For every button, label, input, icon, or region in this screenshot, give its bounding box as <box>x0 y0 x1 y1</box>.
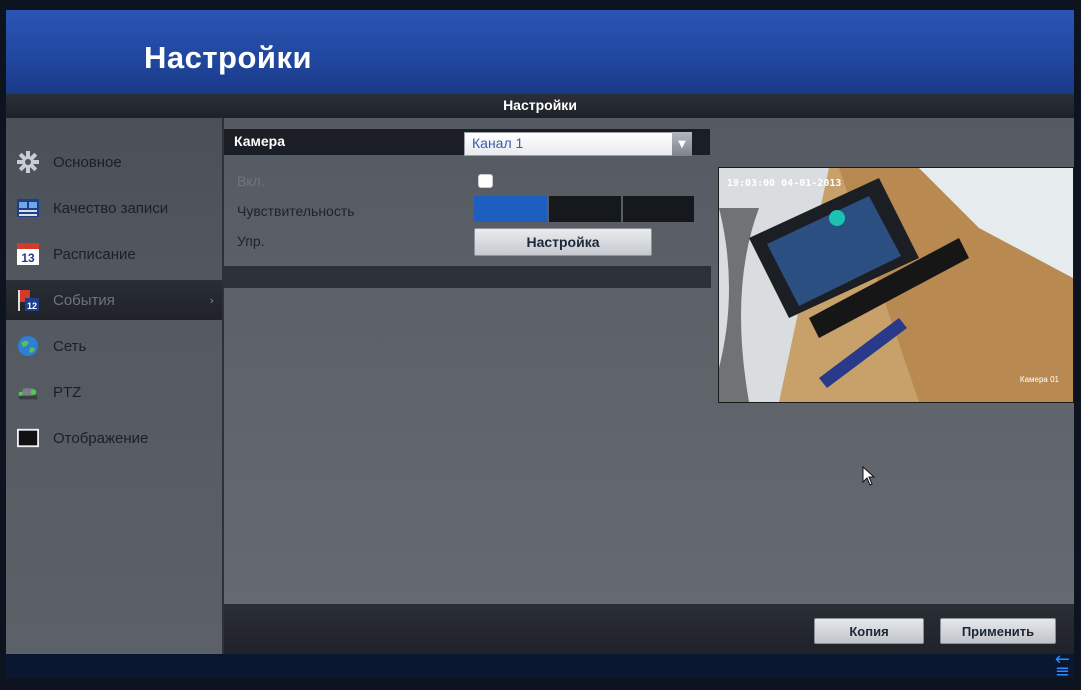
sidebar-item-label: Основное <box>53 153 122 171</box>
separator <box>224 266 711 288</box>
calendar-day: 13 <box>21 251 35 265</box>
back-arrow-icon[interactable]: ← ≡ <box>1055 651 1070 679</box>
sidebar-item-label: Сеть <box>53 337 87 355</box>
page-title: Настройки <box>144 40 313 75</box>
chevron-down-icon[interactable]: ▼ <box>672 132 692 156</box>
calendar-icon: 13 <box>17 243 39 265</box>
camera-label: Камера <box>234 133 285 149</box>
title-bar: Настройки <box>6 10 1074 94</box>
sidebar-item-label: Отображение <box>53 429 149 447</box>
event-flag-icon: 12 <box>17 289 39 311</box>
preview-image <box>719 168 1073 402</box>
sidebar: Основное Качество записи 13 Расписание 1… <box>6 118 224 654</box>
sidebar-item-schedule[interactable]: 13 Расписание <box>6 234 222 274</box>
sidebar-item-label: События <box>53 291 115 309</box>
sidebar-item-label: PTZ <box>53 383 82 401</box>
enable-checkbox[interactable] <box>478 174 493 188</box>
film-icon <box>17 197 39 219</box>
camera-select[interactable]: Канал 1 ▼ <box>464 132 692 156</box>
gear-icon <box>17 151 39 173</box>
sidebar-item-label: Расписание <box>53 245 136 263</box>
sidebar-item-network[interactable]: Сеть <box>6 326 222 366</box>
sensitivity-segment <box>549 196 621 222</box>
sidebar-item-basic[interactable]: Основное <box>6 142 222 182</box>
preview-camera-name: Камера 01 <box>1019 375 1059 384</box>
monitor-icon <box>17 427 39 449</box>
globe-icon <box>17 335 39 357</box>
ptz-icon <box>17 381 39 403</box>
sensitivity-segment <box>474 196 548 222</box>
action-bar: Копия Применить <box>224 604 1074 654</box>
camera-preview: 19:03:00 04-01-2013 Камера 01 <box>718 167 1074 403</box>
settings-panel: Камера Канал 1 ▼ Вкл. Чувствительность У… <box>224 118 1074 654</box>
enable-label: Вкл. <box>237 173 265 189</box>
sensitivity-label: Чувствительность <box>237 203 355 219</box>
event-day: 12 <box>27 301 37 311</box>
section-header: Настройки <box>6 94 1074 119</box>
sidebar-item-events[interactable]: 12 События › <box>6 280 222 320</box>
dvr-screen: Настройки Настройки Основное Качество за… <box>6 10 1074 678</box>
apply-button[interactable]: Применить <box>940 618 1056 644</box>
footer-bar: ← ≡ <box>6 651 1074 679</box>
camera-row: Камера Канал 1 ▼ <box>224 129 710 156</box>
control-label: Упр. <box>237 233 265 249</box>
sidebar-item-label: Качество записи <box>53 199 169 217</box>
mouse-cursor-icon <box>862 465 876 490</box>
setup-button[interactable]: Настройка <box>474 228 652 256</box>
sensitivity-segment <box>622 196 695 222</box>
sidebar-item-ptz[interactable]: PTZ <box>6 372 222 412</box>
section-title: Настройки <box>503 97 577 113</box>
camera-select-value: Канал 1 <box>472 135 524 151</box>
chevron-right-icon: › <box>209 293 214 307</box>
sensitivity-slider[interactable] <box>474 196 696 222</box>
copy-button[interactable]: Копия <box>814 618 924 644</box>
sidebar-item-display[interactable]: Отображение <box>6 418 222 458</box>
preview-timestamp: 19:03:00 04-01-2013 <box>727 178 842 189</box>
sidebar-item-record-quality[interactable]: Качество записи <box>6 188 222 228</box>
